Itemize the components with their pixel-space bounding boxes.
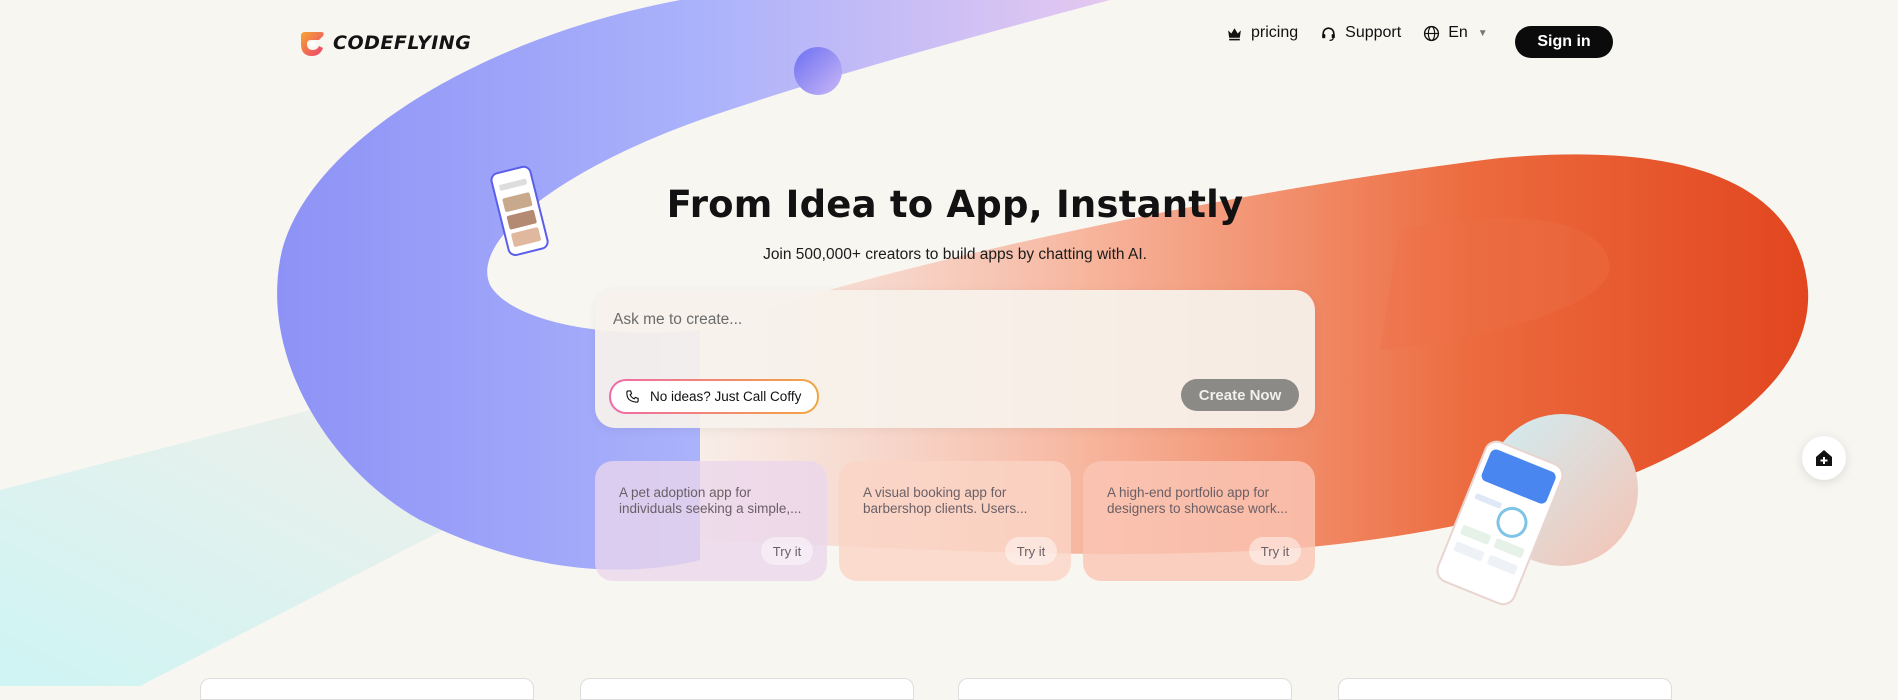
- gallery-card[interactable]: [580, 678, 914, 700]
- try-it-button[interactable]: Try it: [1005, 537, 1057, 565]
- gallery-card[interactable]: [958, 678, 1292, 700]
- home-plus-icon: [1816, 450, 1832, 466]
- headset-icon: [1322, 26, 1336, 41]
- chevron-down-icon: ▼: [1477, 27, 1488, 39]
- idea-card[interactable]: A high-end portfolio app for designers t…: [1083, 461, 1315, 581]
- crown-icon: [1228, 27, 1241, 40]
- brand-name: CODEFLYING: [333, 32, 472, 54]
- try-it-button[interactable]: Try it: [1249, 537, 1301, 565]
- idea-card-text: A visual booking app for barbershop clie…: [863, 485, 1028, 516]
- globe-icon: [1424, 25, 1440, 41]
- brand-logo[interactable]: CODEFLYING: [297, 28, 471, 58]
- hero-title: From Idea to App, Instantly: [666, 183, 1244, 226]
- call-coffy-label: No ideas? Just Call Coffy: [650, 389, 802, 404]
- gallery-preview-strip: [0, 678, 1898, 700]
- idea-card[interactable]: A pet adoption app for individuals seeki…: [595, 461, 827, 581]
- nav-support-label: Support: [1345, 24, 1402, 41]
- nav-pricing-label: pricing: [1251, 24, 1299, 41]
- idea-card-text: A pet adoption app for individuals seeki…: [619, 485, 802, 516]
- language-selector[interactable]: En ▼: [1423, 24, 1488, 42]
- try-it-button[interactable]: Try it: [761, 537, 813, 565]
- call-coffy-button[interactable]: No ideas? Just Call Coffy: [609, 379, 819, 414]
- top-nav: pricing Support En ▼: [1226, 24, 1488, 42]
- prompt-input[interactable]: [611, 304, 1295, 336]
- idea-card-text: A high-end portfolio app for designers t…: [1107, 485, 1288, 516]
- create-now-button[interactable]: Create Now: [1181, 379, 1299, 411]
- nav-pricing[interactable]: pricing: [1226, 24, 1298, 42]
- codeflying-logo-icon: [301, 32, 324, 56]
- idea-card[interactable]: A visual booking app for barbershop clie…: [839, 461, 1071, 581]
- hero-subtitle: Join 500,000+ creators to build apps by …: [763, 246, 1147, 263]
- gallery-card[interactable]: [200, 678, 534, 700]
- language-label: En: [1448, 24, 1468, 41]
- phone-icon: [626, 390, 639, 403]
- floating-home-button[interactable]: [1802, 436, 1846, 480]
- gallery-card[interactable]: [1338, 678, 1672, 700]
- nav-support[interactable]: Support: [1320, 24, 1401, 42]
- sign-in-button[interactable]: Sign in: [1515, 26, 1613, 58]
- prompt-box: No ideas? Just Call Coffy Create Now: [595, 290, 1315, 428]
